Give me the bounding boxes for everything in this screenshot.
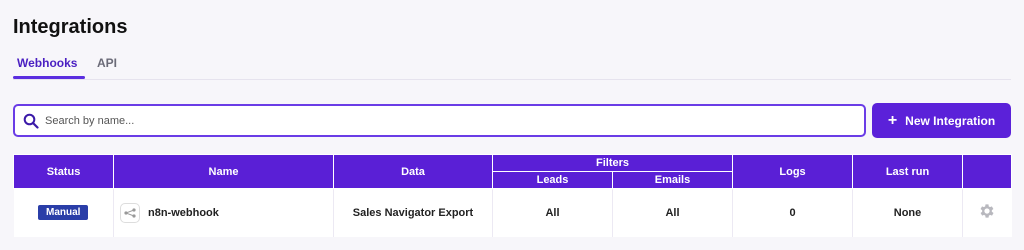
tab-api[interactable]: API xyxy=(97,56,117,70)
new-integration-button[interactable]: + New Integration xyxy=(872,103,1011,138)
name-cell: n8n-webhook xyxy=(113,188,334,237)
new-integration-label: New Integration xyxy=(905,113,996,128)
active-tab-indicator xyxy=(13,76,85,79)
search-icon xyxy=(23,113,39,129)
search-input[interactable] xyxy=(45,111,855,131)
status-badge: Manual xyxy=(38,205,89,221)
column-header-emails: Emails xyxy=(611,171,734,189)
table-row[interactable]: Manual n8n-webhook Sales Navigator Expor… xyxy=(13,188,1012,237)
page-title: Integrations xyxy=(13,16,128,38)
tab-bar: Webhooks API xyxy=(13,52,1011,80)
logs-cell[interactable]: 0 xyxy=(732,188,854,237)
integrations-table: Status Name Data Filters Logs Last run L… xyxy=(13,154,1013,237)
gear-icon[interactable] xyxy=(978,202,996,220)
leads-cell: All xyxy=(492,188,613,237)
column-header-actions xyxy=(962,154,1013,189)
column-header-leads: Leads xyxy=(492,171,613,189)
webhook-icon xyxy=(120,202,140,223)
last-run-cell: None xyxy=(852,188,964,237)
column-header-status: Status xyxy=(13,154,114,189)
column-header-last-run: Last run xyxy=(852,154,964,189)
column-header-logs: Logs xyxy=(732,154,854,189)
status-cell: Manual xyxy=(13,188,114,237)
integrations-page: Integrations Webhooks API + New Integrat… xyxy=(0,0,1024,250)
column-header-data: Data xyxy=(333,154,493,189)
tab-webhooks[interactable]: Webhooks xyxy=(17,56,77,70)
search-box[interactable] xyxy=(13,104,866,137)
actions-cell xyxy=(962,188,1012,237)
emails-cell: All xyxy=(612,188,734,237)
column-header-filters: Filters xyxy=(491,154,734,172)
data-cell: Sales Navigator Export xyxy=(333,188,493,237)
column-header-name: Name xyxy=(113,154,334,189)
plus-icon: + xyxy=(887,111,898,129)
integration-name[interactable]: n8n-webhook xyxy=(148,207,219,219)
